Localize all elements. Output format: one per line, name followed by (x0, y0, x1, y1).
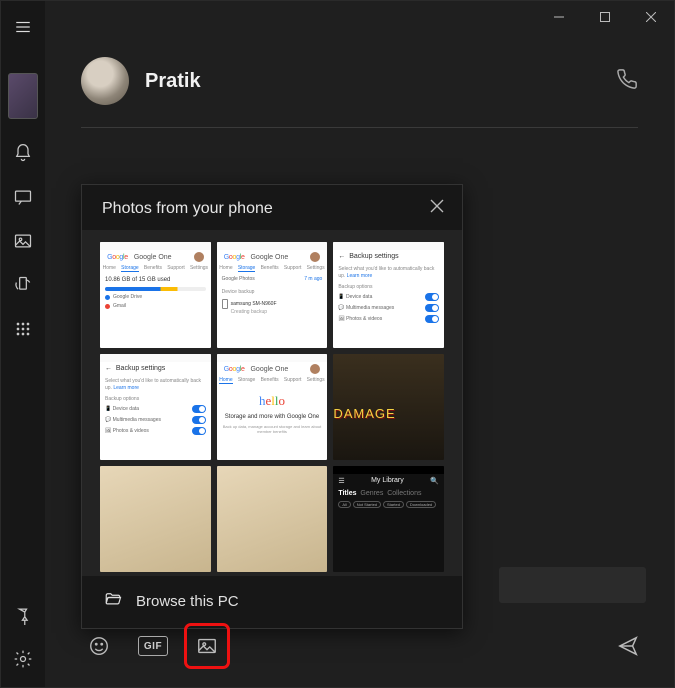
window-maximize-button[interactable] (582, 1, 628, 33)
thumb-line2: samsung SM-N960F (231, 301, 277, 308)
popup-close-button[interactable] (430, 199, 444, 218)
thumb-line: Google Photos (222, 276, 255, 283)
thumb-title: Google One (134, 254, 172, 261)
composer-bar: GIF (81, 625, 646, 667)
folder-open-icon (104, 590, 122, 612)
thumb-title: DAMAGE (333, 406, 395, 421)
photo-thumb[interactable]: Google Google One HomeStorageBenefitsSup… (100, 242, 211, 348)
sidebar-item-settings[interactable] (3, 639, 43, 679)
call-button[interactable] (616, 68, 638, 95)
window-titlebar (45, 1, 674, 33)
thumb-row: Multimedia messages (113, 417, 161, 423)
sidebar-item-phonescreen[interactable] (3, 265, 43, 305)
thumb-row: Multimedia messages (346, 305, 394, 311)
popup-header: Photos from your phone (82, 185, 462, 230)
gif-icon: GIF (138, 636, 168, 656)
emoji-button[interactable] (81, 628, 117, 664)
photo-grid: Google Google One HomeStorageBenefitsSup… (100, 242, 444, 572)
thumb-line: Storage and more with Google One (222, 413, 323, 421)
main-area: Pratik Photos from your phone Google Goo… (45, 1, 674, 687)
contact-avatar[interactable] (81, 57, 129, 105)
sidebar-item-notifications[interactable] (3, 133, 43, 173)
thumb-title: Google One (250, 366, 288, 373)
popup-title: Photos from your phone (102, 200, 273, 218)
window-minimize-button[interactable] (536, 1, 582, 33)
photo-thumb[interactable]: DAMAGE (333, 354, 444, 460)
thumb-row: Device data (346, 294, 372, 300)
window-close-button[interactable] (628, 1, 674, 33)
contact-header: Pratik (81, 57, 638, 128)
photo-thumb[interactable]: Google Google One HomeStorageBenefitsSup… (217, 354, 328, 460)
gif-button[interactable]: GIF (135, 628, 171, 664)
sidebar-item-apps[interactable] (3, 309, 43, 349)
sidebar-item-photos[interactable] (3, 221, 43, 261)
chat-area: Photos from your phone Google Google One… (45, 128, 674, 687)
thumb-row: Photos & videos (113, 428, 149, 434)
photo-thumb[interactable]: ☰ My Library 🔍 Titles Genres Collections… (333, 466, 444, 572)
photo-thumb[interactable]: Google Google One HomeStorageBenefitsSup… (217, 242, 328, 348)
contact-name: Pratik (145, 70, 201, 93)
thumb-line: 10.86 GB of 15 GB used (105, 276, 206, 284)
thumb-sub: Google Drive (113, 294, 142, 301)
hamburger-menu-button[interactable] (3, 7, 43, 47)
send-icon (617, 635, 639, 657)
photo-thumb[interactable]: ← Backup settings Select what you'd like… (100, 354, 211, 460)
send-button[interactable] (610, 628, 646, 664)
thumb-title: Google One (250, 254, 288, 261)
sidebar-item-messages[interactable] (3, 177, 43, 217)
thumb-row: Device data (113, 406, 139, 412)
photo-thumb[interactable] (100, 466, 211, 572)
browse-pc-button[interactable]: Browse this PC (82, 576, 462, 628)
popup-body: Google Google One HomeStorageBenefitsSup… (82, 230, 462, 576)
thumb-sub: Creating backup (231, 309, 323, 316)
image-icon (196, 635, 218, 657)
photo-picker-popup: Photos from your phone Google Google One… (81, 184, 463, 629)
sidebar-phone-tile[interactable] (8, 73, 38, 119)
thumb-row: Photos & videos (346, 316, 382, 322)
thumb-title: My Library (371, 477, 404, 485)
sidebar-item-pin[interactable] (3, 595, 43, 635)
thumb-sub2: Gmail (113, 303, 126, 310)
thumb-title: Backup settings (116, 365, 165, 372)
attach-image-button[interactable] (189, 628, 225, 664)
browse-pc-label: Browse this PC (136, 593, 239, 610)
message-input[interactable] (499, 567, 646, 603)
app-sidebar (1, 1, 45, 687)
thumb-title: Backup settings (349, 253, 398, 260)
photo-thumb[interactable]: ← Backup settings Select what you'd like… (333, 242, 444, 348)
photo-thumb[interactable] (217, 466, 328, 572)
